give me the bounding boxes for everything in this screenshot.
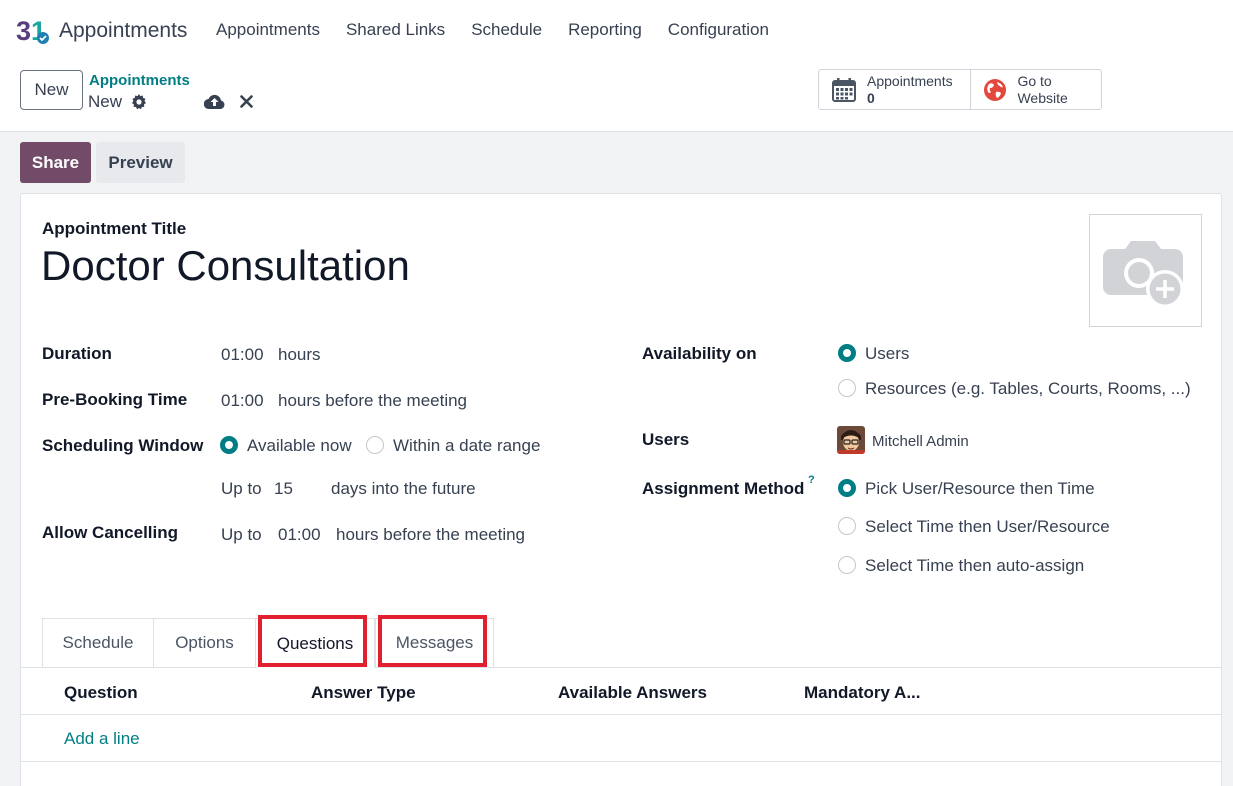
smart-button-label: Appointments [867, 72, 953, 89]
app-name[interactable]: Appointments [59, 19, 187, 43]
cancel-up-to-label: Up to [221, 525, 262, 544]
control-panel: New Appointments New Appointments 0 Go t… [0, 62, 1233, 132]
radio-time-then-user[interactable] [838, 517, 856, 535]
radio-available-now[interactable] [220, 436, 238, 454]
radio-pick-user-then-time[interactable] [838, 479, 856, 497]
smart-buttons: Appointments 0 Go to Website [818, 69, 1102, 110]
users-option-label[interactable]: Users [865, 344, 909, 364]
go-to-website-button[interactable]: Go to Website [971, 70, 1101, 109]
date-range-label[interactable]: Within a date range [393, 436, 540, 456]
pre-booking-unit: hours before the meeting [278, 391, 468, 410]
assignment-method-label: Assignment Method [642, 479, 805, 498]
column-mandatory[interactable]: Mandatory A... [804, 683, 921, 703]
duration-unit: hours [278, 345, 321, 364]
time-then-auto-label[interactable]: Select Time then auto-assign [865, 556, 1084, 576]
radio-users[interactable] [838, 344, 856, 362]
allow-cancelling-label: Allow Cancelling [42, 523, 179, 542]
pre-booking-input[interactable]: 01:00 [221, 391, 264, 411]
days-input[interactable]: 15 [274, 479, 293, 499]
share-button[interactable]: Share [20, 142, 91, 183]
highlight-questions [258, 615, 367, 667]
tabs-divider [21, 667, 1221, 668]
column-question[interactable]: Question [64, 683, 138, 703]
help-tooltip-icon[interactable]: ? [808, 474, 815, 486]
calendar-icon [832, 77, 856, 102]
form-view: Share Preview Appointment Title Doctor C… [0, 132, 1233, 786]
menu-item-configuration[interactable]: Configuration [668, 20, 769, 40]
scheduling-window-label: Scheduling Window [42, 436, 204, 455]
pre-booking-label: Pre-Booking Time [42, 390, 188, 409]
appointments-smart-button[interactable]: Appointments 0 [819, 70, 972, 109]
column-answer-type[interactable]: Answer Type [311, 683, 416, 703]
menu-item-reporting[interactable]: Reporting [568, 20, 642, 40]
camera-add-icon [1103, 241, 1184, 308]
menu-item-schedule[interactable]: Schedule [471, 20, 542, 40]
table-row-divider [21, 761, 1221, 762]
available-now-label[interactable]: Available now [247, 436, 352, 456]
radio-time-then-auto[interactable] [838, 556, 856, 574]
availability-on-label: Availability on [642, 344, 757, 363]
tab-schedule[interactable]: Schedule [42, 618, 154, 667]
globe-icon [984, 78, 1007, 101]
image-upload[interactable] [1089, 214, 1202, 327]
table-header-divider [21, 714, 1221, 715]
breadcrumb-parent[interactable]: Appointments [89, 72, 190, 89]
add-a-line-link[interactable]: Add a line [64, 729, 140, 749]
radio-date-range[interactable] [366, 436, 384, 454]
cloud-upload-icon[interactable] [204, 93, 225, 110]
breadcrumb-current: New [88, 92, 123, 111]
website-label-line1: Go to [1017, 72, 1052, 89]
avatar [837, 426, 865, 454]
appointment-title-label: Appointment Title [42, 219, 187, 238]
appointment-title-input[interactable]: Doctor Consultation [41, 242, 410, 290]
duration-input[interactable]: 01:00 [221, 345, 264, 365]
column-available-answers[interactable]: Available Answers [558, 683, 707, 703]
top-navbar: 3 1 Appointments Appointments Shared Lin… [0, 0, 1233, 62]
website-label-line2: Website [1017, 89, 1068, 106]
menu-item-appointments[interactable]: Appointments [216, 20, 320, 40]
tab-options-label: Options [175, 633, 234, 652]
users-label: Users [642, 430, 690, 449]
user-tag-mitchell-admin[interactable]: Mitchell Admin [872, 433, 969, 450]
form-sheet: Appointment Title Doctor Consultation Du… [20, 193, 1222, 786]
cancel-unit: hours before the meeting [336, 525, 526, 544]
smart-button-count: 0 [867, 89, 875, 106]
calendar-31-icon[interactable]: 3 1 [16, 14, 52, 46]
main-menu: Appointments Shared Links Schedule Repor… [216, 20, 769, 40]
cancel-hours-input[interactable]: 01:00 [278, 525, 321, 545]
menu-item-shared-links[interactable]: Shared Links [346, 20, 445, 40]
svg-text:3: 3 [16, 16, 31, 46]
resources-option-label[interactable]: Resources (e.g. Tables, Courts, Rooms, .… [865, 379, 1191, 399]
tab-schedule-label: Schedule [62, 633, 134, 652]
duration-label: Duration [42, 344, 112, 363]
new-button[interactable]: New [20, 70, 83, 110]
highlight-messages [378, 615, 487, 667]
time-then-user-label[interactable]: Select Time then User/Resource [865, 517, 1110, 537]
gear-icon[interactable] [131, 94, 147, 110]
radio-resources[interactable] [838, 379, 856, 397]
days-unit: days into the future [331, 479, 476, 498]
close-icon[interactable] [240, 95, 253, 108]
up-to-label: Up to [221, 479, 262, 498]
preview-button[interactable]: Preview [96, 142, 185, 183]
pick-user-then-time-label[interactable]: Pick User/Resource then Time [865, 479, 1095, 499]
tab-options[interactable]: Options [153, 618, 256, 667]
